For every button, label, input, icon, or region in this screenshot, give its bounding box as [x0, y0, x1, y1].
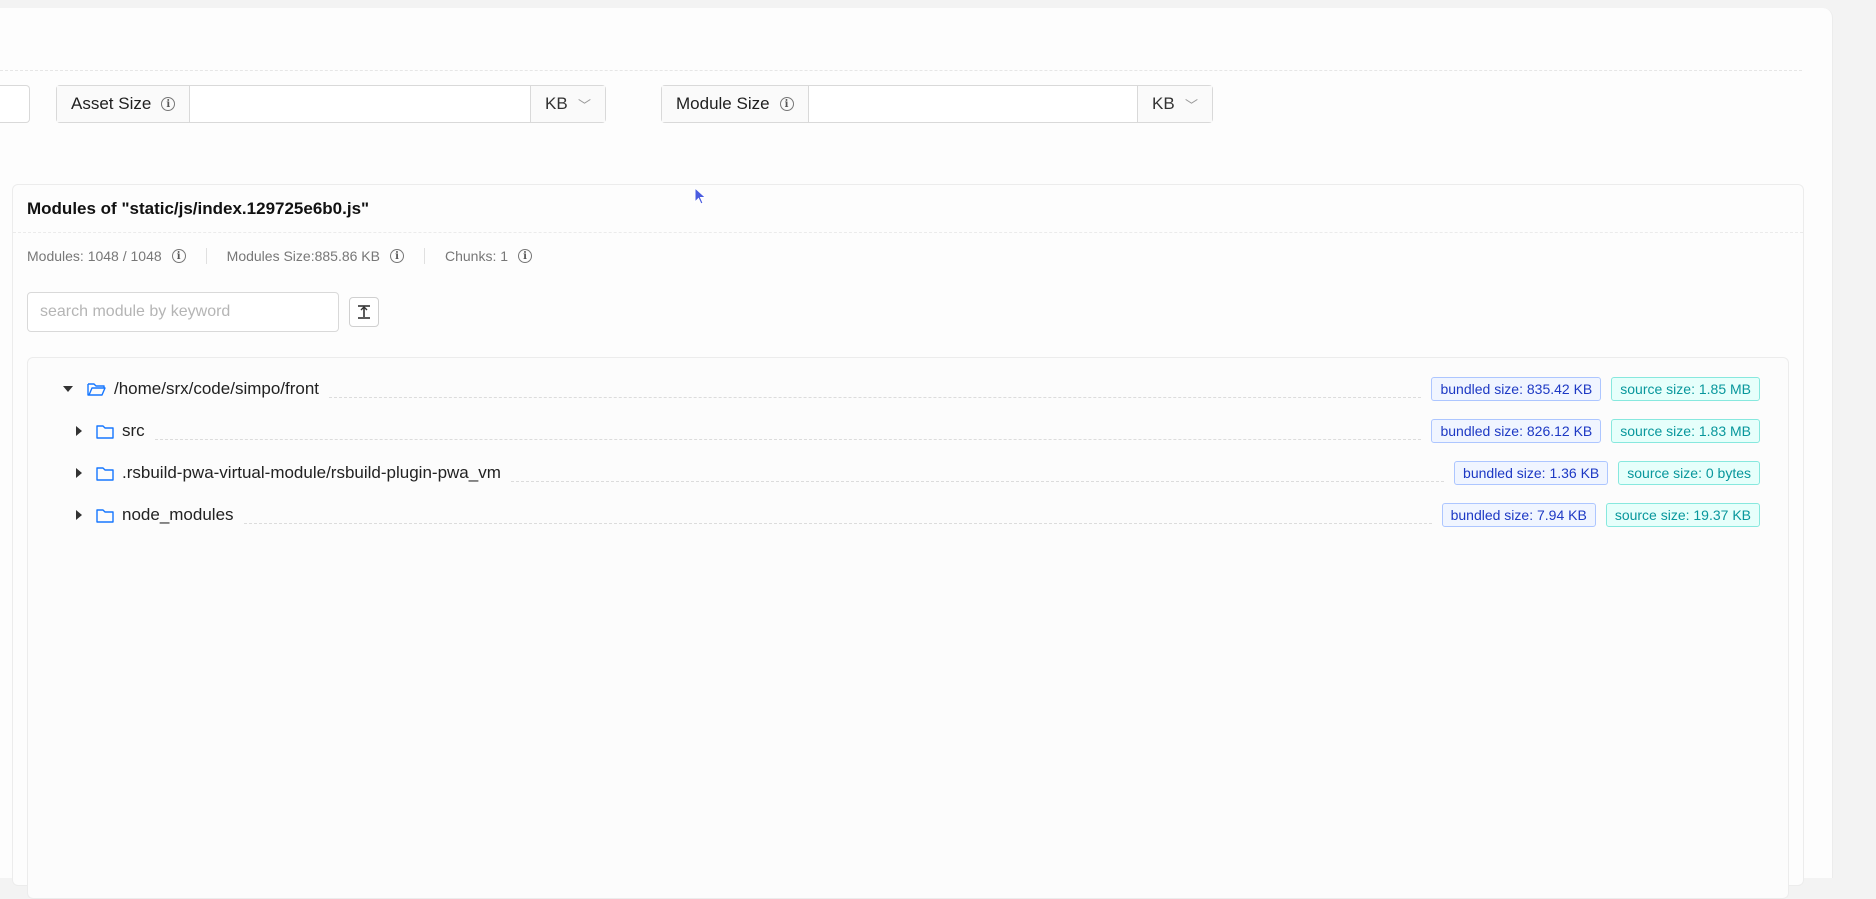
- search-row: [27, 292, 379, 332]
- info-icon[interactable]: i: [518, 249, 533, 263]
- asset-size-unit-select[interactable]: KB ﹀: [530, 86, 605, 122]
- modules-card: Modules of "static/js/index.129725e6b0.j…: [12, 184, 1804, 899]
- stat-modules-size-text: Modules Size:885.86 KB: [226, 248, 380, 264]
- clipped-filter-input[interactable]: [0, 85, 30, 123]
- asset-size-label: Asset Size: [71, 94, 152, 113]
- asset-size-filter: Asset Size i KB ﹀: [56, 85, 606, 123]
- module-size-unit-select[interactable]: KB ﹀: [1137, 86, 1212, 122]
- source-size-tag: source size: 1.85 MB: [1611, 377, 1760, 401]
- source-size-tag: source size: 19.37 KB: [1605, 503, 1760, 527]
- leader-line: [243, 522, 1432, 524]
- info-icon[interactable]: i: [779, 97, 794, 111]
- module-size-filter: Module Size i KB ﹀: [661, 85, 1213, 123]
- bundled-size-tag: bundled size: 826.12 KB: [1431, 419, 1602, 443]
- asset-size-input[interactable]: [190, 86, 530, 122]
- leader-line: [329, 396, 1422, 398]
- module-size-label: Module Size: [676, 94, 770, 113]
- folder-icon: [96, 424, 114, 439]
- folder-open-icon: [87, 381, 106, 397]
- tree-node[interactable]: node_modules bundled size: 7.94 KB sourc…: [28, 499, 1788, 531]
- bundled-size-tag: bundled size: 835.42 KB: [1431, 377, 1602, 401]
- bundled-size-tag: bundled size: 1.36 KB: [1454, 461, 1609, 485]
- folder-icon: [96, 466, 114, 481]
- stat-modules-size: Modules Size:885.86 KB i: [227, 248, 404, 264]
- stat-modules-text: Modules: 1048 / 1048: [27, 248, 162, 264]
- tree-node-label: node_modules: [122, 505, 234, 524]
- leader-line: [510, 480, 1445, 482]
- module-size-unit-value: KB: [1152, 94, 1175, 113]
- info-icon[interactable]: i: [389, 249, 404, 263]
- collapse-all-button[interactable]: [349, 297, 379, 327]
- chevron-down-icon: ﹀: [1184, 97, 1198, 113]
- tree-node[interactable]: .rsbuild-pwa-virtual-module/rsbuild-plug…: [28, 457, 1788, 489]
- asset-size-addon: Asset Size i: [57, 86, 191, 122]
- tree-node-label: .rsbuild-pwa-virtual-module/rsbuild-plug…: [122, 463, 501, 482]
- stat-chunks-text: Chunks: 1: [444, 248, 509, 264]
- stat-divider: [423, 248, 425, 264]
- caret-right-icon[interactable]: [76, 510, 82, 520]
- divider: [0, 70, 1802, 71]
- leader-line: [154, 438, 1422, 440]
- mouse-pointer-icon: [694, 187, 707, 205]
- tree-node[interactable]: /home/srx/code/simpo/front bundled size:…: [28, 373, 1788, 405]
- tree-node-label: /home/srx/code/simpo/front: [114, 379, 320, 398]
- chevron-down-icon: ﹀: [577, 97, 591, 113]
- stat-chunks: Chunks: 1 i: [444, 248, 533, 264]
- bundled-size-tag: bundled size: 7.94 KB: [1441, 503, 1596, 527]
- module-tree: /home/srx/code/simpo/front bundled size:…: [27, 357, 1789, 899]
- stat-divider: [205, 248, 207, 264]
- caret-down-icon[interactable]: [63, 386, 73, 392]
- module-size-input[interactable]: [808, 86, 1137, 122]
- source-size-tag: source size: 1.83 MB: [1611, 419, 1760, 443]
- modules-card-title: Modules of "static/js/index.129725e6b0.j…: [13, 185, 1803, 233]
- tree-node[interactable]: src bundled size: 826.12 KB source size:…: [28, 415, 1788, 447]
- caret-right-icon[interactable]: [76, 426, 82, 436]
- source-size-tag: source size: 0 bytes: [1618, 461, 1760, 485]
- folder-icon: [96, 508, 114, 523]
- asset-size-unit-value: KB: [545, 94, 568, 113]
- tree-node-label: src: [122, 421, 145, 440]
- info-icon[interactable]: i: [171, 249, 186, 263]
- stat-modules: Modules: 1048 / 1048 i: [27, 248, 186, 264]
- collapse-all-icon: [358, 305, 370, 319]
- module-search-input[interactable]: [27, 292, 339, 332]
- module-size-addon: Module Size i: [662, 86, 809, 122]
- module-stats: Modules: 1048 / 1048 i Modules Size:885.…: [27, 248, 533, 264]
- caret-right-icon[interactable]: [76, 468, 82, 478]
- info-icon[interactable]: i: [161, 97, 176, 111]
